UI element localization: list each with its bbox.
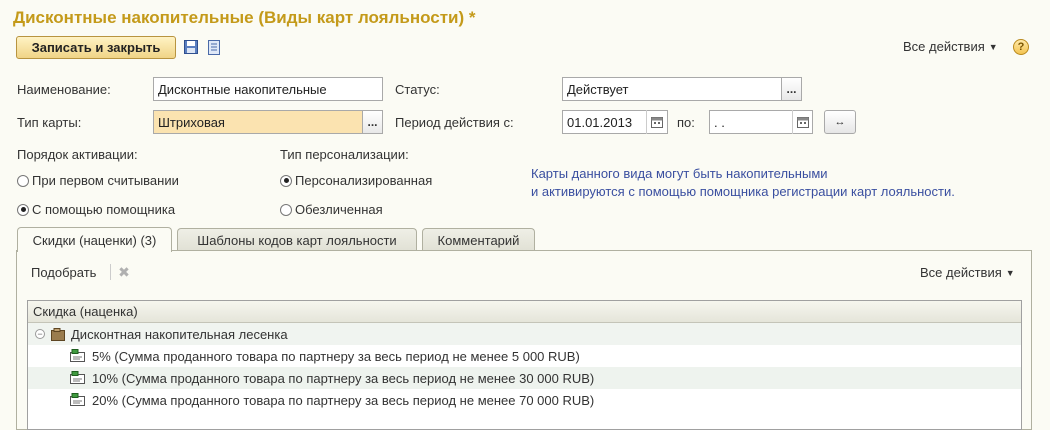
- row-label: 20% (Сумма проданного товара по партнеру…: [92, 392, 595, 408]
- period-from-value: 01.01.2013: [567, 114, 633, 130]
- period-select-button[interactable]: ↔: [824, 110, 856, 134]
- folder-icon: [51, 327, 65, 341]
- table-row[interactable]: 20% (Сумма проданного товара по партнеру…: [28, 389, 1021, 411]
- status-field[interactable]: Действует: [562, 77, 782, 101]
- period-to-value: . .: [714, 114, 725, 130]
- window-title: Дисконтные накопительные (Виды карт лоял…: [13, 8, 476, 27]
- pick-button[interactable]: Подобрать: [31, 265, 96, 280]
- personalization-radio-anonymous[interactable]: Обезличенная: [280, 202, 383, 217]
- card-type-field[interactable]: Штриховая: [153, 110, 363, 134]
- name-field[interactable]: Дисконтные накопительные: [153, 77, 383, 101]
- group-row[interactable]: − Дисконтная накопительная лесенка: [28, 323, 1021, 345]
- all-actions-label: Все действия: [903, 39, 985, 54]
- info-line-2: и активируются с помощью помощника регис…: [531, 184, 955, 199]
- delete-icon[interactable]: ✖: [116, 264, 132, 280]
- personalization-radio-personal[interactable]: Персонализированная: [280, 173, 432, 188]
- radio-label: С помощью помощника: [32, 202, 176, 217]
- document-list-icon[interactable]: [206, 38, 222, 56]
- radio-circle: [280, 203, 292, 216]
- all-actions-label: Все действия: [920, 265, 1002, 280]
- activation-label: Порядок активации:: [17, 147, 138, 162]
- chevron-down-icon: ▼: [1005, 267, 1015, 278]
- row-label: 10% (Сумма проданного товара по партнеру…: [92, 370, 595, 386]
- period-label: Период действия с:: [395, 115, 514, 130]
- activation-radio-first-read[interactable]: При первом считывании: [17, 173, 179, 188]
- discount-item-icon: [70, 393, 86, 407]
- discount-item-icon: [70, 349, 86, 363]
- row-label: 5% (Сумма проданного товара по партнеру …: [92, 348, 580, 364]
- all-actions-menu[interactable]: Все действия ▼: [903, 39, 998, 54]
- tab-card-code-templates[interactable]: Шаблоны кодов карт лояльности: [177, 228, 417, 252]
- radio-circle: [280, 174, 292, 187]
- activation-radio-wizard[interactable]: С помощью помощника: [17, 202, 175, 217]
- grid-all-actions-menu[interactable]: Все действия ▼: [920, 265, 1015, 280]
- info-line-1: Карты данного вида могут быть накопитель…: [531, 166, 828, 181]
- radio-label: Обезличенная: [295, 202, 383, 217]
- tab-discounts[interactable]: Скидки (наценки) (3): [17, 227, 172, 252]
- collapse-icon[interactable]: −: [35, 329, 45, 339]
- calendar-icon[interactable]: [646, 110, 667, 134]
- radio-circle: [17, 174, 29, 187]
- period-to-label: по:: [677, 115, 695, 130]
- save-and-close-button[interactable]: Записать и закрыть: [16, 36, 176, 59]
- toolbar-divider: [110, 264, 111, 280]
- radio-label: Персонализированная: [295, 173, 433, 188]
- chevron-down-icon: ▼: [988, 41, 998, 52]
- discount-item-icon: [70, 371, 86, 385]
- group-label: Дисконтная накопительная лесенка: [71, 326, 288, 342]
- column-header-discount[interactable]: Скидка (наценка): [28, 301, 1021, 323]
- name-label: Наименование:: [17, 82, 111, 97]
- help-icon[interactable]: ?: [1013, 39, 1029, 55]
- personalization-label: Тип персонализации:: [280, 147, 409, 162]
- tab-comment[interactable]: Комментарий: [422, 228, 535, 252]
- card-type-label: Тип карты:: [17, 115, 82, 130]
- radio-label: При первом считывании: [32, 173, 179, 188]
- status-select-button[interactable]: ...: [781, 77, 802, 101]
- info-text: Карты данного вида могут быть накопитель…: [531, 165, 955, 201]
- table-row[interactable]: 5% (Сумма проданного товара по партнеру …: [28, 345, 1021, 367]
- discounts-grid[interactable]: Скидка (наценка) − Дисконтная накопитель…: [27, 300, 1022, 430]
- status-label: Статус:: [395, 82, 440, 97]
- table-row[interactable]: 10% (Сумма проданного товара по партнеру…: [28, 367, 1021, 389]
- card-type-select-button[interactable]: ...: [362, 110, 383, 134]
- radio-circle: [17, 203, 29, 216]
- save-icon[interactable]: [182, 38, 200, 56]
- calendar-icon[interactable]: [792, 110, 813, 134]
